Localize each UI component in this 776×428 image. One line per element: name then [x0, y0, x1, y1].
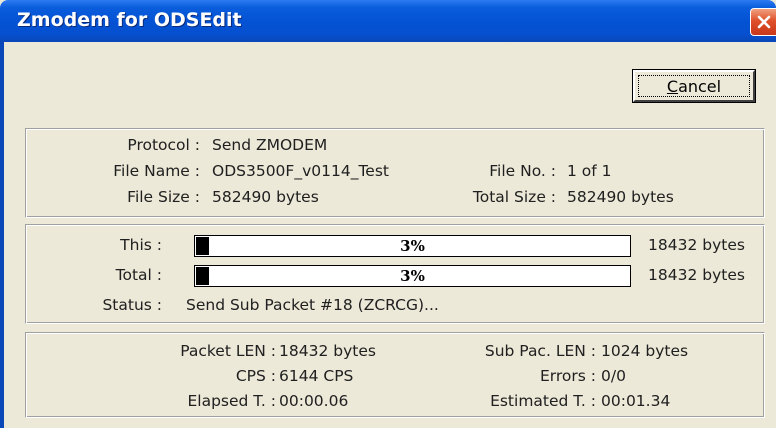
cancel-label-mnemonic: C — [666, 76, 679, 96]
file-name-value: ODS3500F_v0114_Test — [212, 162, 389, 180]
total-progress-bar: 3% — [194, 265, 631, 287]
file-no-label: File No. : — [489, 162, 556, 180]
errors-value: 0/0 — [601, 367, 626, 385]
sub-pac-len-value: 1024 bytes — [601, 342, 689, 360]
this-label: This : — [120, 236, 162, 254]
file-info-group: Protocol : Send ZMODEM File Name : ODS35… — [25, 128, 765, 218]
close-icon — [757, 15, 771, 29]
window-title: Zmodem for ODSEdit — [17, 9, 242, 31]
progress-group: This : 3% 18432 bytes Total : 3% 18432 b… — [25, 224, 765, 324]
status-value: Send Sub Packet #18 (ZCRCG)... — [186, 296, 439, 314]
this-progress-bar: 3% — [194, 235, 631, 257]
estimated-label: Estimated T. : — [490, 392, 596, 410]
cps-value: 6144 CPS — [279, 367, 354, 385]
total-size-label: Total Size : — [472, 188, 556, 206]
sub-pac-len-label: Sub Pac. LEN : — [484, 342, 596, 360]
cancel-label-rest: ancel — [678, 76, 722, 96]
zmodem-dialog: Zmodem for ODSEdit Cancel Protocol : Sen… — [0, 0, 776, 428]
file-no-value: 1 of 1 — [567, 162, 612, 180]
packet-len-label: Packet LEN : — [180, 342, 276, 360]
transfer-stats-group: Packet LEN : 18432 bytes Sub Pac. LEN : … — [25, 332, 765, 418]
total-size-value: 582490 bytes — [567, 188, 674, 206]
elapsed-value: 00:00.06 — [279, 392, 349, 410]
title-bar[interactable]: Zmodem for ODSEdit — [0, 0, 776, 42]
cps-label: CPS : — [235, 367, 276, 385]
close-button[interactable] — [750, 8, 776, 36]
cancel-button-label: Cancel — [638, 75, 750, 97]
total-progress-percent: 3% — [400, 267, 425, 285]
total-label: Total : — [115, 266, 162, 284]
this-bytes: 18432 bytes — [648, 236, 745, 254]
status-label: Status : — [102, 296, 162, 314]
total-bytes: 18432 bytes — [648, 266, 745, 284]
window-frame-left — [0, 42, 4, 428]
packet-len-value: 18432 bytes — [279, 342, 376, 360]
file-size-label: File Size : — [127, 188, 200, 206]
estimated-value: 00:01.34 — [601, 392, 671, 410]
errors-label: Errors : — [539, 367, 596, 385]
this-progress-percent: 3% — [400, 237, 425, 255]
elapsed-label: Elapsed T. : — [187, 392, 276, 410]
protocol-label: Protocol : — [127, 136, 200, 154]
cancel-button[interactable]: Cancel — [632, 69, 756, 103]
file-name-label: File Name : — [113, 162, 200, 180]
file-size-value: 582490 bytes — [212, 188, 319, 206]
protocol-value: Send ZMODEM — [212, 136, 328, 154]
